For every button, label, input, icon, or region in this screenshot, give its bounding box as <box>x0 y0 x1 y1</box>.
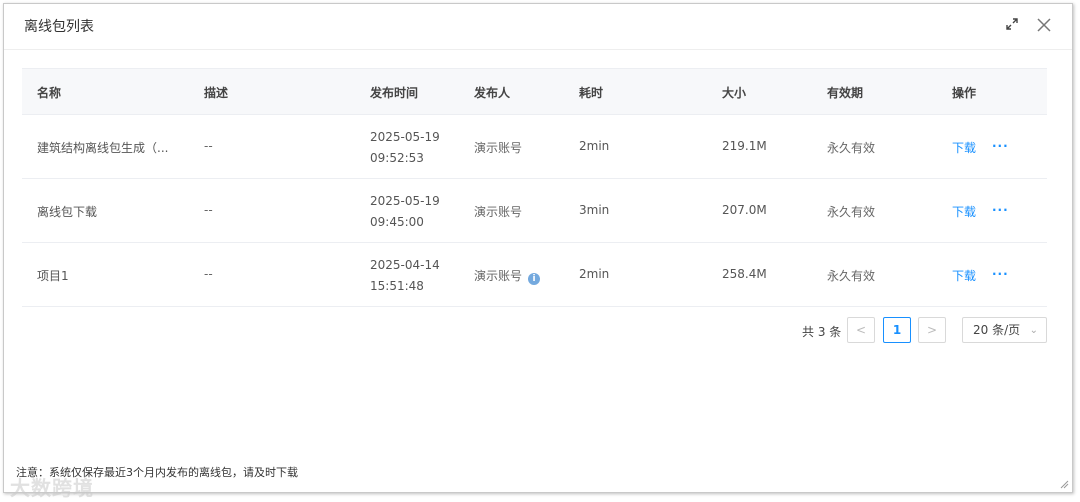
row-size: 207.0M <box>722 203 767 217</box>
col-name: 名称 <box>37 86 62 100</box>
row-date: 2025-04-14 <box>370 258 440 272</box>
download-button[interactable]: 下载 <box>952 139 976 156</box>
row-duration: 3min <box>579 203 610 217</box>
row-time: 15:51:48 <box>370 279 424 293</box>
row-time: 09:52:53 <box>370 151 424 165</box>
more-actions-button[interactable]: ··· <box>992 267 1009 281</box>
watermark-logo: 大数跨境 <box>10 476 94 500</box>
row-name: 建筑结构离线包生成（... <box>37 141 169 155</box>
col-desc: 描述 <box>204 86 229 100</box>
col-actions: 操作 <box>952 86 977 100</box>
row-validity: 永久有效 <box>827 141 876 155</box>
next-page-button[interactable]: > <box>918 317 946 343</box>
row-publisher: 演示账号 <box>474 205 523 219</box>
row-publisher: 演示账号 <box>474 141 523 155</box>
resize-handle-icon[interactable] <box>1059 479 1069 489</box>
row-name: 项目1 <box>37 269 69 283</box>
col-publish-time: 发布时间 <box>370 86 419 100</box>
col-size: 大小 <box>722 86 747 100</box>
chevron-down-icon: ⌄ <box>1029 325 1038 336</box>
row-time: 09:45:00 <box>370 215 424 229</box>
offline-package-dialog: 离线包列表 名称 描述 发布时间 发布人 耗时 大小 有效期 操作 建筑结构离线… <box>3 3 1073 500</box>
row-publish-time: 2025-05-19 09:52:53 <box>370 127 440 169</box>
download-button[interactable]: 下载 <box>952 267 976 284</box>
table-row: 离线包下载 -- 2025-05-19 09:45:00 演示账号 3min 2… <box>22 179 1047 243</box>
close-icon[interactable] <box>1035 16 1053 34</box>
download-button[interactable]: 下载 <box>952 203 976 220</box>
row-validity: 永久有效 <box>827 269 876 283</box>
page-1-button[interactable]: 1 <box>883 317 911 343</box>
prev-page-button[interactable]: < <box>847 317 875 343</box>
expand-icon[interactable] <box>1004 16 1020 32</box>
col-validity: 有效期 <box>827 86 864 100</box>
row-duration: 2min <box>579 139 610 153</box>
table-header: 名称 描述 发布时间 发布人 耗时 大小 有效期 操作 <box>22 68 1047 115</box>
more-actions-button[interactable]: ··· <box>992 139 1009 153</box>
row-name: 离线包下载 <box>37 205 98 219</box>
row-desc: -- <box>204 139 213 153</box>
more-actions-button[interactable]: ··· <box>992 203 1009 217</box>
package-table: 名称 描述 发布时间 发布人 耗时 大小 有效期 操作 建筑结构离线包生成（..… <box>22 68 1047 307</box>
row-publisher: 演示账号 i <box>474 267 541 285</box>
row-date: 2025-05-19 <box>370 130 440 144</box>
page-size-value: 20 条/页 <box>973 323 1021 337</box>
header-divider <box>4 49 1072 50</box>
row-desc: -- <box>204 203 213 217</box>
row-size: 258.4M <box>722 267 767 281</box>
pagination-total: 共 3 条 <box>802 325 842 339</box>
row-date: 2025-05-19 <box>370 194 440 208</box>
row-duration: 2min <box>579 267 610 281</box>
col-publisher: 发布人 <box>474 86 511 100</box>
dialog-title: 离线包列表 <box>24 19 94 35</box>
row-publish-time: 2025-05-19 09:45:00 <box>370 191 440 233</box>
row-publish-time: 2025-04-14 15:51:48 <box>370 255 440 297</box>
row-desc: -- <box>204 267 213 281</box>
info-icon[interactable]: i <box>528 273 541 285</box>
row-size: 219.1M <box>722 139 767 153</box>
page-size-select[interactable]: 20 条/页 ⌄ <box>962 317 1047 343</box>
table-row: 项目1 -- 2025-04-14 15:51:48 演示账号 i 2min 25… <box>22 243 1047 307</box>
row-validity: 永久有效 <box>827 205 876 219</box>
table-row: 建筑结构离线包生成（... -- 2025-05-19 09:52:53 演示账… <box>22 115 1047 179</box>
col-duration: 耗时 <box>579 86 604 100</box>
row-publisher-text: 演示账号 <box>474 269 523 283</box>
